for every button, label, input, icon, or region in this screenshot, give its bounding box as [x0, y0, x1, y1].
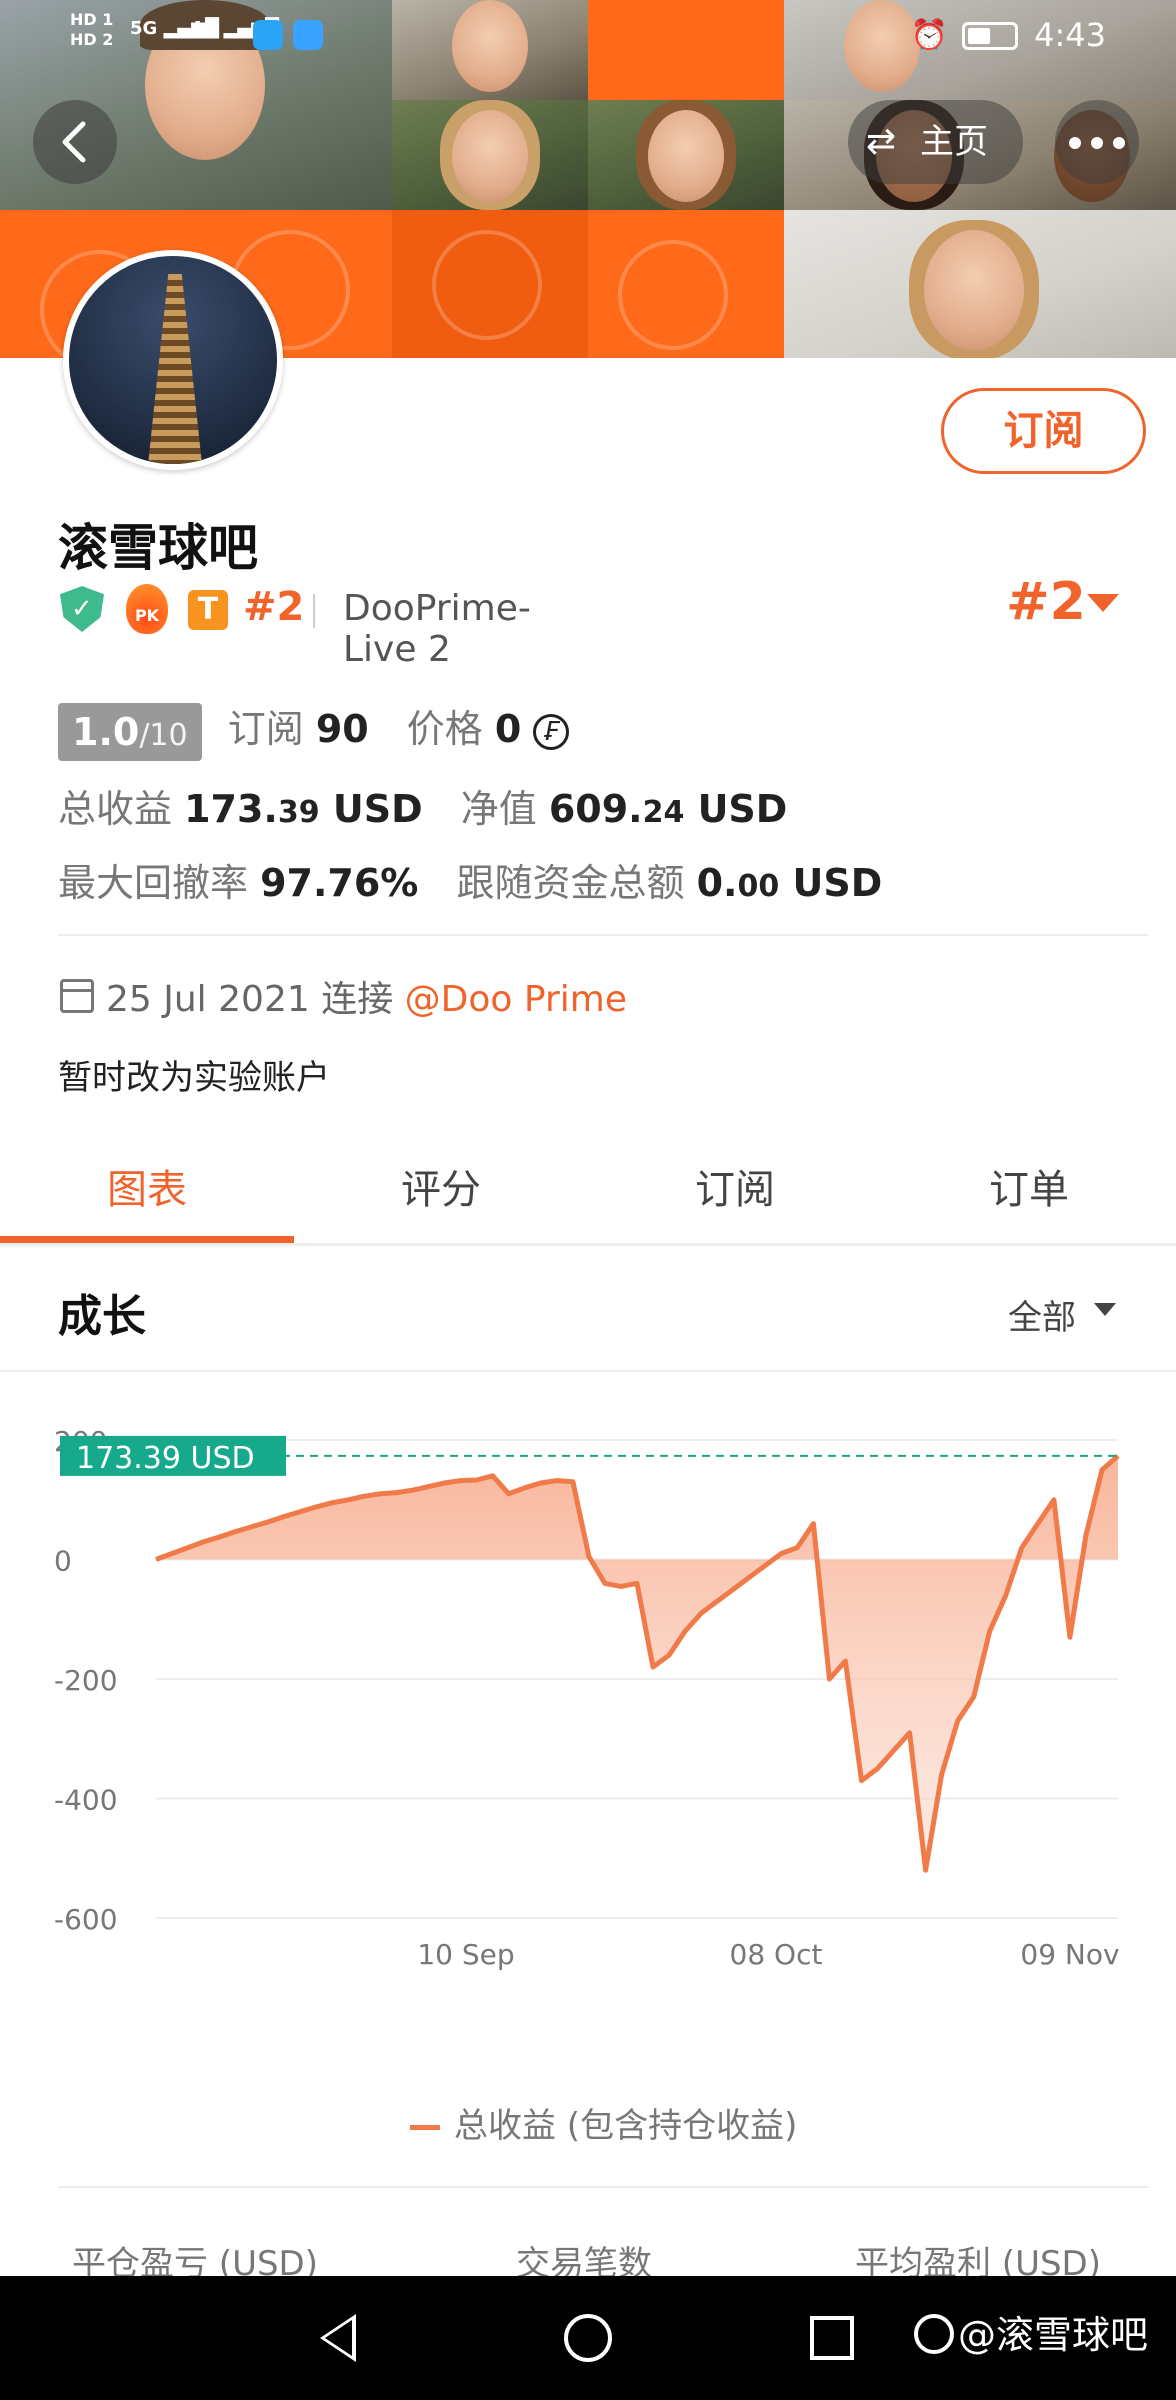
search-app-icon — [253, 20, 283, 50]
y-tick-label: -600 — [54, 1903, 118, 1936]
divider — [58, 934, 1148, 936]
system-nav-bar: @滚雪球吧 — [0, 2276, 1176, 2400]
banner-tile — [588, 210, 784, 358]
tab-chart[interactable]: 图表 — [0, 1120, 294, 1240]
server-name: DooPrime-Live 2 — [343, 588, 531, 670]
banner-photo — [392, 100, 588, 210]
nav-back-icon[interactable] — [320, 2314, 356, 2362]
divider — [313, 594, 315, 628]
verified-shield-icon: ✓ — [60, 586, 104, 632]
x-tick-label: 10 Sep — [417, 1938, 514, 1971]
tab-subscribe[interactable]: 订阅 — [588, 1120, 882, 1240]
notification-app-icon — [293, 20, 323, 50]
currency-coin-icon: ₣ — [533, 713, 570, 750]
drawdown-value: 97.76% — [260, 861, 419, 905]
legend-line-icon — [410, 2125, 440, 2130]
series-area — [156, 1455, 1118, 1871]
trader-badge-icon: T — [188, 590, 228, 630]
current-value-label: 173.39 USD — [76, 1441, 255, 1476]
section-title: 成长 — [58, 1291, 146, 1342]
profile-name: 滚雪球吧 — [58, 519, 258, 577]
x-tick-label: 09 Nov — [1020, 1938, 1119, 1971]
divider — [58, 2186, 1148, 2188]
more-dot-icon — [1069, 137, 1081, 149]
chart-legend: 总收益 (包含持仓收益) — [410, 2098, 797, 2147]
pk-badge-icon: PK — [126, 584, 168, 634]
score-badge: 1.0/10 — [58, 702, 202, 761]
active-tab-indicator — [0, 1236, 294, 1243]
rank-badge: #2 — [243, 584, 305, 630]
alarm-icon: ⏰ — [910, 18, 948, 53]
subscribe-count: 90 — [315, 707, 369, 751]
tab-bar: 图表 评分 订阅 订单 — [0, 1120, 1176, 1246]
calendar-icon — [60, 979, 94, 1013]
stats-line-1: 1.0/10 订阅 90 价格 0 ₣ — [58, 698, 570, 761]
growth-chart[interactable]: 2000-200-400-60010 Sep08 Oct09 Nov173.39… — [0, 1380, 1176, 2060]
battery-icon — [962, 22, 1018, 50]
range-filter[interactable]: 全部 — [1008, 1290, 1076, 1339]
stats-line-3: 最大回撤率 97.76% 跟随资金总额 0.00 USD — [58, 861, 883, 905]
tower-image — [147, 274, 203, 464]
price-value: 0 — [494, 707, 522, 751]
tab-rating[interactable]: 评分 — [294, 1120, 588, 1240]
total-profit-value: 173.39 USD — [184, 787, 423, 831]
banner-photo — [784, 210, 1176, 358]
follow-funds-value: 0.00 USD — [696, 861, 883, 905]
status-bar: HD 1 HD 2 5G ▂▄▆█ 4G ▂▄▆█ ⏰ 4:43 — [0, 0, 1176, 70]
subscribe-button[interactable]: 订阅 — [941, 388, 1146, 474]
watermark: @滚雪球吧 — [914, 2304, 1148, 2359]
back-button[interactable] — [33, 100, 117, 184]
more-button[interactable] — [1055, 100, 1139, 184]
nav-recent-icon[interactable] — [810, 2316, 854, 2360]
stats-line-2: 总收益 173.39 USD 净值 609.24 USD — [58, 787, 788, 831]
equity-value: 609.24 USD — [548, 787, 788, 831]
swap-icon: ⇄ — [866, 121, 897, 162]
banner-tile — [392, 210, 588, 358]
tab-orders[interactable]: 订单 — [882, 1120, 1176, 1240]
caret-down-icon[interactable] — [1094, 1303, 1116, 1316]
y-tick-label: 0 — [54, 1545, 72, 1578]
x-tick-label: 08 Oct — [730, 1938, 823, 1971]
home-button[interactable]: ⇄ 主页 — [848, 100, 1023, 184]
y-tick-label: -200 — [54, 1664, 118, 1697]
broker-link[interactable]: @Doo Prime — [405, 979, 627, 1020]
join-info: 25 Jul 2021 连接 @Doo Prime — [60, 970, 627, 1022]
divider — [0, 1370, 1176, 1372]
more-dot-icon — [1091, 137, 1103, 149]
nav-home-icon[interactable] — [564, 2314, 612, 2362]
avatar[interactable] — [63, 250, 283, 470]
rank-dropdown[interactable]: #2 — [1006, 572, 1086, 632]
clock: 4:43 — [1034, 16, 1106, 54]
profile-description: 暂时改为实验账户 — [58, 1058, 330, 1098]
more-dot-icon — [1113, 137, 1125, 149]
banner-photo — [588, 100, 784, 210]
chevron-left-icon — [62, 121, 86, 163]
caret-down-icon[interactable] — [1087, 594, 1119, 612]
y-tick-label: -400 — [54, 1784, 118, 1817]
logo-icon — [914, 2314, 954, 2354]
sim-indicator: HD 1 HD 2 — [70, 10, 114, 49]
